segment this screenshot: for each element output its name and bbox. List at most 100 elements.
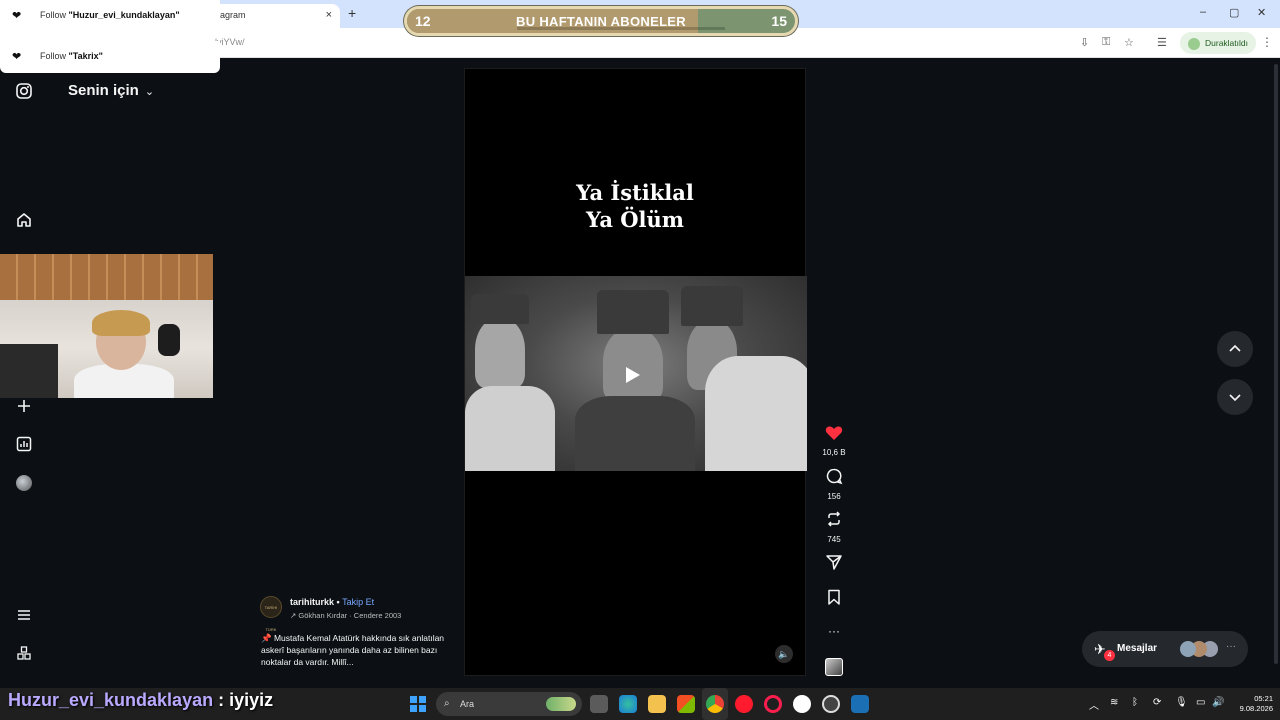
stream-chat-message: Huzur_evi_kundaklayan : iyiyiz [8, 690, 273, 711]
yandex-icon[interactable] [793, 695, 811, 713]
comment-button[interactable]: 156 [818, 467, 850, 501]
next-reel-button[interactable] [1217, 379, 1253, 415]
subscriber-goal-bar: 12 BU HAFTANIN ABONELER 15 [404, 6, 798, 36]
repost-count: 745 [827, 535, 841, 544]
close-window-button[interactable]: ✕ [1257, 6, 1266, 19]
clock-date: 9.08.2026 [1239, 704, 1273, 713]
bookmark-icon [818, 588, 850, 611]
webcam-overlay [0, 254, 213, 398]
separator: • [334, 597, 343, 607]
send-icon [818, 553, 850, 576]
heart-filled-icon [818, 424, 850, 446]
opera-gx-icon[interactable] [764, 695, 782, 713]
reel-title-line2: Ya Ölüm [585, 207, 685, 232]
repost-icon [818, 510, 850, 533]
notification-prefix: Follow [40, 10, 69, 20]
notification-name: "Huzur_evi_kundaklayan" [68, 10, 180, 20]
audio-attribution[interactable]: ↗ Gökhan Kırdar · Cendere 2003 [290, 611, 401, 620]
more-icon: ··· [1226, 641, 1236, 652]
password-key-icon[interactable]: ⚿ [1102, 36, 1110, 49]
previous-reel-button[interactable] [1217, 331, 1253, 367]
home-icon[interactable] [14, 211, 34, 231]
like-button[interactable]: 10,6 B [818, 424, 850, 457]
figure-center-coat [575, 396, 695, 471]
follow-notification: ❤ Follow "Takrix" [0, 41, 220, 73]
heart-icon: ❤ [12, 10, 22, 22]
reel-video[interactable]: Ya İstiklal Ya Ölüm 🔈 [464, 68, 807, 676]
sync-icon[interactable]: ⟳ [1153, 697, 1161, 708]
create-icon[interactable] [14, 397, 34, 417]
display-icon[interactable]: ▭ [1196, 697, 1205, 708]
taskbar-search[interactable]: ⌕ Ara [436, 692, 582, 716]
author-avatar[interactable]: TARİHİ TÜRK [260, 596, 282, 632]
volume-icon[interactable]: 🔊 [1212, 697, 1224, 708]
reel-title: Ya İstiklal Ya Ölüm [465, 179, 805, 233]
figure-right-cap [681, 286, 743, 326]
follow-link[interactable]: Takip Et [342, 597, 374, 607]
post-author-line: tarihiturkk • Takip Et [290, 597, 374, 607]
figure-left-face [475, 318, 525, 388]
figure-right-coat [705, 356, 807, 471]
goal-target: 15 [771, 13, 787, 29]
paused-label: Duraklatıldı [1205, 38, 1248, 48]
gaming-chair [0, 344, 58, 398]
recent-contacts-avatars [1180, 641, 1196, 657]
edge-icon[interactable] [619, 695, 637, 713]
profile-avatar-icon [1188, 37, 1200, 50]
bluetooth-icon[interactable]: ᛒ [1132, 697, 1138, 708]
dashboard-icon[interactable] [14, 435, 34, 455]
profile-avatar[interactable] [16, 475, 32, 491]
messages-label: Mesajlar [1117, 643, 1158, 654]
tab-title: agram [220, 10, 246, 20]
share-button[interactable] [818, 553, 850, 576]
figure-left-cap [471, 294, 529, 324]
search-highlight-icon [546, 697, 576, 711]
ceiling-beams [0, 254, 213, 300]
play-icon[interactable] [626, 367, 640, 383]
tray-overflow-icon[interactable]: ︿ [1089, 697, 1099, 712]
notification-name: "Takrix" [68, 51, 103, 61]
new-tab-button[interactable]: + [348, 5, 356, 21]
wifi-icon[interactable]: ≋ [1110, 697, 1118, 708]
task-view-icon[interactable] [590, 695, 608, 713]
repost-button[interactable]: 745 [818, 510, 850, 544]
browser-menu-icon[interactable]: ⋮ [1261, 35, 1273, 49]
start-button[interactable] [410, 696, 426, 712]
microphone-icon[interactable]: 🎙 [1175, 697, 1188, 708]
reel-title-line1: Ya İstiklal [576, 180, 694, 205]
feed-title: Senin için [68, 82, 139, 99]
follow-notification: ❤ Follow "Huzur_evi_kundaklayan" [0, 0, 220, 32]
messages-button[interactable]: ✈ 4 Mesajlar ··· [1082, 631, 1248, 667]
menu-icon[interactable] [14, 606, 34, 626]
more-options-icon[interactable]: ··· [818, 622, 850, 640]
reel-archive-photo [465, 276, 807, 471]
notification-prefix: Follow [40, 51, 69, 61]
opera-icon[interactable] [735, 695, 753, 713]
bookmark-star-icon[interactable]: ☆ [1124, 36, 1134, 49]
store-icon[interactable] [677, 695, 695, 713]
audio-thumbnail[interactable] [825, 658, 843, 676]
mute-icon[interactable]: 🔈 [775, 645, 793, 663]
reading-list-icon[interactable]: ☰ [1157, 36, 1167, 49]
save-button[interactable] [818, 588, 850, 611]
feed-selector[interactable]: Senin için ⌄ [68, 82, 154, 99]
tab-close-icon[interactable]: × [326, 9, 332, 21]
chrome-icon[interactable] [706, 695, 724, 713]
steam-icon[interactable] [851, 695, 869, 713]
maximize-button[interactable]: ▢ [1229, 6, 1239, 19]
chat-username: Huzur_evi_kundaklayan [8, 690, 214, 710]
microphone [158, 324, 180, 356]
file-explorer-icon[interactable] [648, 695, 666, 713]
chat-text: : iyiyiz [213, 690, 274, 710]
instagram-icon[interactable] [14, 82, 34, 102]
system-clock[interactable]: 05:21 9.08.2026 [1233, 694, 1273, 714]
install-app-icon[interactable]: ⇩ [1080, 36, 1089, 49]
minimize-button[interactable]: – [1200, 6, 1206, 18]
author-username[interactable]: tarihiturkk [290, 597, 334, 607]
post-caption[interactable]: 📌 Mustafa Kemal Atatürk hakkında sık anl… [261, 632, 451, 668]
more-apps-icon[interactable] [14, 644, 34, 664]
comment-icon [818, 467, 850, 490]
page-scrollbar[interactable] [1272, 58, 1280, 688]
profile-paused-button[interactable]: Duraklatıldı [1180, 32, 1256, 54]
obs-icon[interactable] [822, 695, 840, 713]
